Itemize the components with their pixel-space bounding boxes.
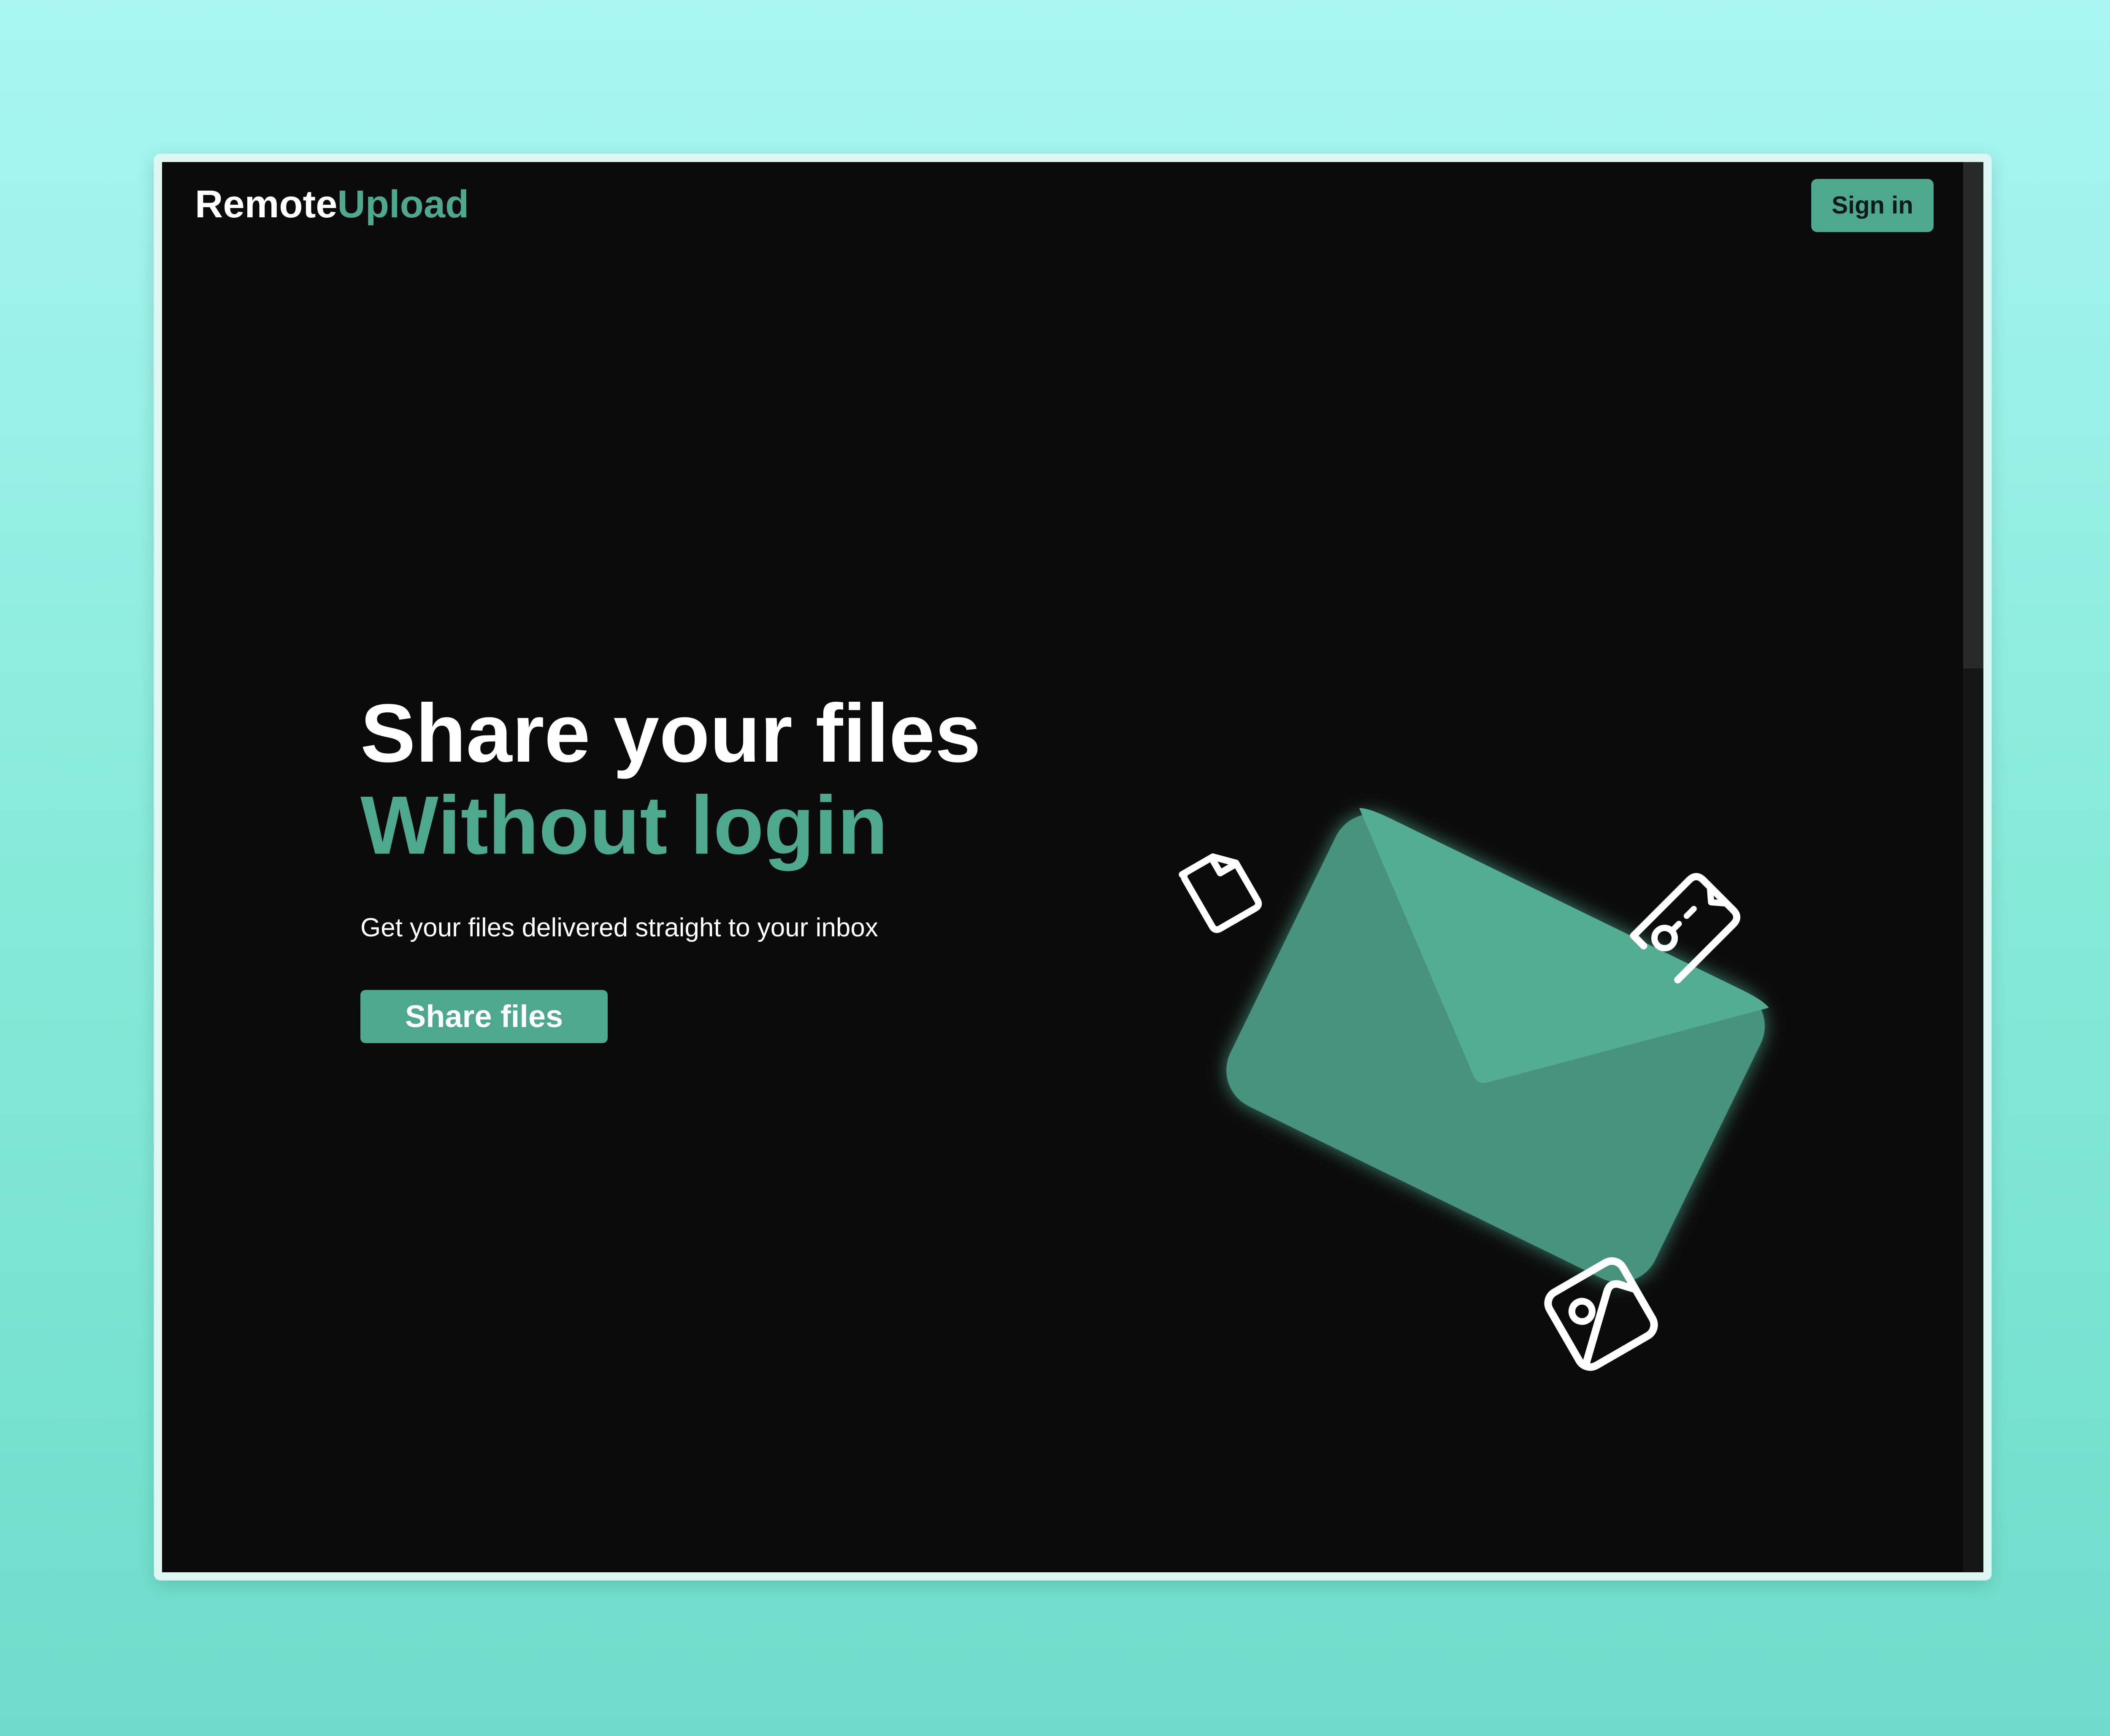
app-viewport: RemoteUpload Sign in Share your files Wi…	[162, 162, 1983, 1572]
sign-in-button[interactable]: Sign in	[1811, 179, 1934, 232]
logo[interactable]: RemoteUpload	[195, 181, 469, 227]
hero-subtitle: Get your files delivered straight to you…	[360, 913, 878, 942]
scrollbar[interactable]	[1963, 162, 1983, 1572]
scrollbar-thumb[interactable]	[1963, 162, 1983, 668]
hero-title-line2: Without login	[360, 779, 888, 871]
logo-text-upload: Upload	[337, 183, 469, 226]
browser-window: RemoteUpload Sign in Share your files Wi…	[154, 154, 1991, 1580]
hero-illustration	[1179, 808, 1769, 1371]
logo-text-remote: Remote	[195, 183, 338, 226]
hero-title-line1: Share your files	[360, 687, 981, 779]
file-icon	[1179, 853, 1262, 933]
hero-title: Share your files Without login	[360, 687, 981, 871]
share-files-button[interactable]: Share files	[360, 990, 608, 1043]
